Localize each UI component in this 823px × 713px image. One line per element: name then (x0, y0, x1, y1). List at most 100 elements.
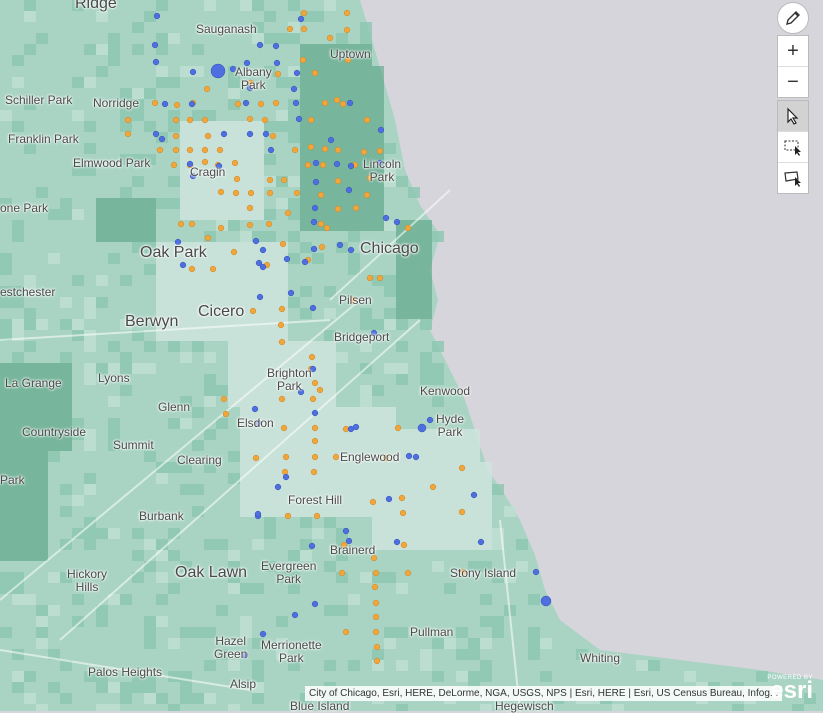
orange-point[interactable] (170, 161, 178, 169)
orange-point[interactable] (317, 220, 325, 228)
orange-point[interactable] (234, 100, 242, 108)
blue-point[interactable] (295, 115, 303, 123)
orange-point[interactable] (257, 100, 265, 108)
blue-point[interactable] (158, 135, 166, 143)
blue-point[interactable] (161, 100, 169, 108)
blue-point[interactable] (274, 483, 282, 491)
blue-point[interactable] (297, 15, 305, 23)
blue-point[interactable] (272, 42, 280, 50)
blue-point[interactable] (426, 416, 434, 424)
orange-point[interactable] (280, 424, 288, 432)
orange-point[interactable] (231, 159, 239, 167)
orange-point[interactable] (376, 147, 384, 155)
edit-pencil-button[interactable] (777, 2, 809, 34)
blue-point[interactable] (188, 100, 196, 108)
orange-point[interactable] (201, 146, 209, 154)
blue-point[interactable] (311, 409, 319, 417)
blue-point[interactable] (259, 630, 267, 638)
blue-point[interactable] (393, 218, 401, 226)
orange-point[interactable] (323, 224, 331, 232)
orange-point[interactable] (286, 25, 294, 33)
orange-point[interactable] (309, 395, 317, 403)
blue-point[interactable] (251, 405, 259, 413)
orange-point[interactable] (230, 248, 238, 256)
orange-point[interactable] (278, 305, 286, 313)
orange-point[interactable] (338, 569, 346, 577)
orange-point[interactable] (311, 69, 319, 77)
orange-point[interactable] (204, 132, 212, 140)
orange-point[interactable] (319, 161, 327, 169)
orange-point[interactable] (277, 321, 285, 329)
blue-point[interactable] (282, 473, 290, 481)
orange-point[interactable] (342, 628, 350, 636)
orange-point[interactable] (307, 116, 315, 124)
blue-point[interactable] (312, 178, 320, 186)
orange-point[interactable] (339, 100, 347, 108)
blue-point[interactable] (290, 85, 298, 93)
orange-point[interactable] (217, 224, 225, 232)
blue-point[interactable] (293, 69, 301, 77)
orange-point[interactable] (334, 146, 342, 154)
orange-point[interactable] (372, 569, 380, 577)
orange-point[interactable] (246, 204, 254, 212)
orange-point[interactable] (201, 116, 209, 124)
orange-point[interactable] (371, 583, 379, 591)
orange-point[interactable] (373, 643, 381, 651)
blue-point[interactable] (347, 162, 355, 170)
blue-point[interactable] (152, 130, 160, 138)
orange-point[interactable] (209, 265, 217, 273)
blue-point[interactable] (151, 41, 159, 49)
orange-point[interactable] (304, 161, 312, 169)
orange-point[interactable] (246, 221, 254, 229)
blue-point[interactable] (301, 258, 309, 266)
orange-point[interactable] (172, 116, 180, 124)
blue-point[interactable] (312, 159, 320, 167)
orange-point[interactable] (352, 204, 360, 212)
blue-point[interactable] (346, 99, 354, 107)
blue-point[interactable] (262, 130, 270, 138)
orange-point[interactable] (282, 453, 290, 461)
orange-point[interactable] (360, 148, 368, 156)
orange-point[interactable] (372, 628, 380, 636)
blue-point[interactable] (342, 527, 350, 535)
orange-point[interactable] (316, 386, 324, 394)
orange-point[interactable] (261, 116, 269, 124)
blue-point[interactable] (287, 289, 295, 297)
orange-point[interactable] (172, 146, 180, 154)
orange-point[interactable] (232, 189, 240, 197)
blue-point[interactable] (256, 293, 264, 301)
blue-point[interactable] (292, 99, 300, 107)
orange-point[interactable] (172, 132, 180, 140)
blue-point[interactable] (333, 160, 341, 168)
blue-point[interactable] (254, 510, 262, 518)
blue-point[interactable] (256, 41, 264, 49)
orange-point[interactable] (372, 599, 380, 607)
orange-point[interactable] (334, 205, 342, 213)
blue-point[interactable] (267, 146, 275, 154)
blue-point[interactable] (259, 246, 267, 254)
blue-point[interactable] (382, 214, 390, 222)
blue-point[interactable] (532, 568, 540, 576)
orange-point[interactable] (310, 468, 318, 476)
blue-point[interactable] (327, 136, 335, 144)
orange-point[interactable] (429, 483, 437, 491)
lasso-select-button[interactable] (778, 162, 808, 193)
blue-point[interactable] (242, 99, 250, 107)
blue-point[interactable] (412, 453, 420, 461)
blue-point[interactable] (470, 491, 478, 499)
blue-point[interactable] (189, 68, 197, 76)
orange-point[interactable] (311, 424, 319, 432)
orange-point[interactable] (280, 176, 288, 184)
blue-point[interactable] (291, 611, 299, 619)
blue-point[interactable] (310, 218, 318, 226)
blue-point[interactable] (259, 263, 267, 271)
blue-point[interactable] (308, 542, 316, 550)
orange-point[interactable] (284, 209, 292, 217)
blue-point[interactable] (405, 452, 413, 460)
orange-point[interactable] (284, 512, 292, 520)
orange-point[interactable] (279, 240, 287, 248)
blue-point[interactable] (477, 538, 485, 546)
orange-point[interactable] (274, 70, 282, 78)
orange-point[interactable] (188, 265, 196, 273)
orange-point[interactable] (272, 99, 280, 107)
